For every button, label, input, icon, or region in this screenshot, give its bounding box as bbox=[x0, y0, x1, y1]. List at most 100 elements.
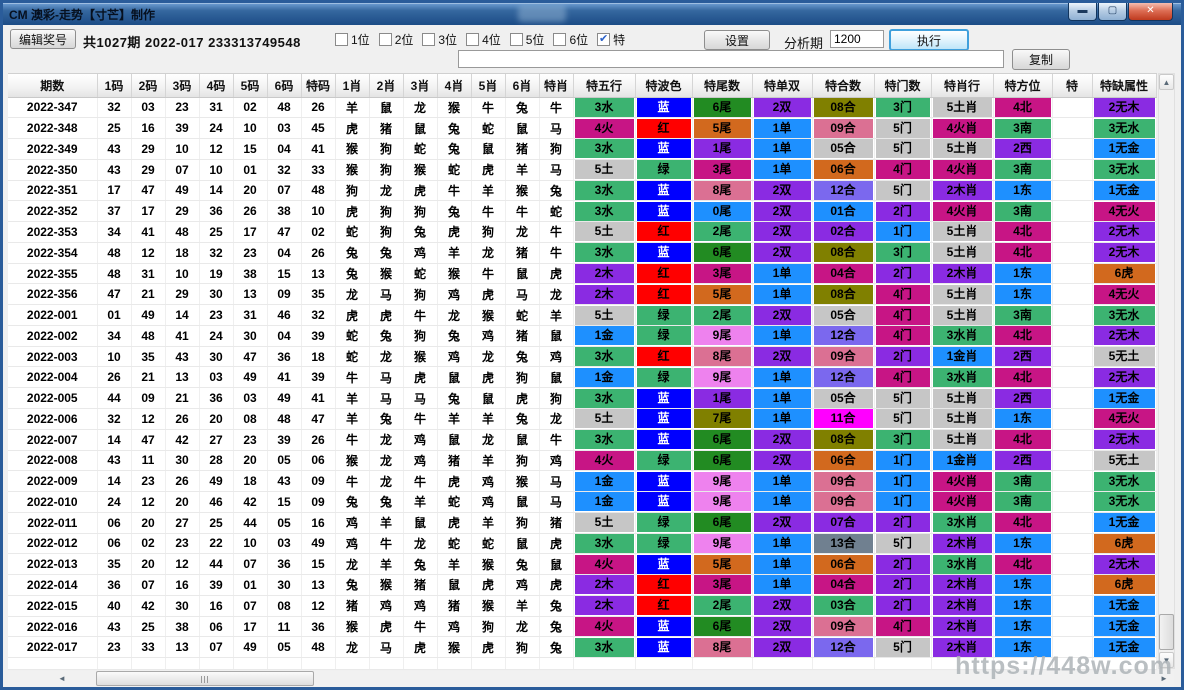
cell-code: 10 bbox=[233, 118, 267, 139]
cell-zodiac: 猴 bbox=[505, 180, 539, 201]
column-header-4肖[interactable]: 4肖 bbox=[437, 74, 471, 97]
cell-code: 38 bbox=[267, 201, 301, 222]
column-header-特肖[interactable]: 特肖 bbox=[539, 74, 573, 97]
cell-attribute: 5土肖 bbox=[931, 305, 993, 326]
column-header-3肖[interactable]: 3肖 bbox=[403, 74, 437, 97]
checkbox-label: 3位 bbox=[438, 31, 457, 48]
result-input[interactable] bbox=[458, 50, 1004, 68]
column-header-特合数[interactable]: 特合数 bbox=[812, 74, 874, 97]
unchecked-checkbox-icon[interactable] bbox=[553, 33, 566, 46]
cell-attribute: 2门 bbox=[874, 575, 931, 596]
cell-attribute: 1尾 bbox=[692, 388, 752, 409]
copy-button[interactable]: 复制 bbox=[1012, 49, 1070, 70]
checkbox-4位[interactable]: 4位 bbox=[466, 31, 501, 48]
vertical-scrollbar-thumb[interactable] bbox=[1159, 614, 1174, 650]
scroll-down-icon[interactable]: ▼ bbox=[1159, 652, 1174, 668]
cell-code: 15 bbox=[267, 263, 301, 284]
vertical-scrollbar[interactable]: ▲ ▼ bbox=[1158, 73, 1175, 669]
column-header-5肖[interactable]: 5肖 bbox=[471, 74, 505, 97]
cell-code: 13 bbox=[301, 575, 335, 596]
analysis-period-input[interactable] bbox=[830, 30, 884, 48]
close-button[interactable]: ✕ bbox=[1128, 3, 1173, 21]
cell-attribute: 12合 bbox=[812, 637, 874, 658]
checkbox-5位[interactable]: 5位 bbox=[510, 31, 545, 48]
cell-zodiac: 马 bbox=[539, 118, 573, 139]
edit-numbers-button[interactable]: 编辑奖号 bbox=[10, 29, 76, 49]
column-header-4码[interactable]: 4码 bbox=[199, 74, 233, 97]
checkbox-特[interactable]: ✔特 bbox=[597, 31, 625, 48]
execute-button[interactable]: 执行 bbox=[889, 29, 969, 51]
cell-attribute: 3水 bbox=[573, 346, 635, 367]
column-header-特尾数[interactable]: 特尾数 bbox=[692, 74, 752, 97]
cell-code: 25 bbox=[131, 616, 165, 637]
column-header-1肖[interactable]: 1肖 bbox=[335, 74, 369, 97]
cell-zodiac: 鸡 bbox=[505, 575, 539, 596]
column-header-特码[interactable]: 特码 bbox=[301, 74, 335, 97]
horizontal-scrollbar[interactable]: ◄ ► bbox=[8, 671, 1174, 687]
column-header-特缺属性[interactable]: 特缺属性 bbox=[1092, 74, 1156, 97]
cell-zodiac: 兔 bbox=[505, 97, 539, 118]
cell-attribute: 红 bbox=[635, 346, 692, 367]
cell-code: 25 bbox=[199, 222, 233, 243]
cell-attribute: 5无土 bbox=[1092, 450, 1156, 471]
unchecked-checkbox-icon[interactable] bbox=[510, 33, 523, 46]
column-header-6码[interactable]: 6码 bbox=[267, 74, 301, 97]
cell-attribute: 5土 bbox=[573, 305, 635, 326]
scroll-up-icon[interactable]: ▲ bbox=[1159, 74, 1174, 90]
column-header-特单双[interactable]: 特单双 bbox=[752, 74, 812, 97]
column-header-特五行[interactable]: 特五行 bbox=[573, 74, 635, 97]
cell-attribute: 2木 bbox=[573, 263, 635, 284]
cell-attribute: 04合 bbox=[812, 575, 874, 596]
column-header-1码[interactable]: 1码 bbox=[97, 74, 131, 97]
checkbox-3位[interactable]: 3位 bbox=[422, 31, 457, 48]
cell-attribute: 5门 bbox=[874, 533, 931, 554]
checkbox-1位[interactable]: 1位 bbox=[335, 31, 370, 48]
cell-attribute: 08合 bbox=[812, 97, 874, 118]
cell-code: 01 bbox=[233, 575, 267, 596]
checked-checkbox-icon[interactable]: ✔ bbox=[597, 33, 610, 46]
unchecked-checkbox-icon[interactable] bbox=[422, 33, 435, 46]
cell-zodiac: 虎 bbox=[437, 471, 471, 492]
column-header-2肖[interactable]: 2肖 bbox=[369, 74, 403, 97]
cell-zodiac: 鸡 bbox=[437, 284, 471, 305]
cell-attribute: 4门 bbox=[874, 367, 931, 388]
column-header-特门数[interactable]: 特门数 bbox=[874, 74, 931, 97]
cell-code: 16 bbox=[199, 595, 233, 616]
minimize-button[interactable]: ▬ bbox=[1068, 3, 1097, 21]
column-header-5码[interactable]: 5码 bbox=[233, 74, 267, 97]
column-header-期数[interactable]: 期数 bbox=[8, 74, 97, 97]
settings-button[interactable]: 设置 bbox=[704, 30, 770, 50]
unchecked-checkbox-icon[interactable] bbox=[379, 33, 392, 46]
column-header-特波色[interactable]: 特波色 bbox=[635, 74, 692, 97]
column-header-6肖[interactable]: 6肖 bbox=[505, 74, 539, 97]
cell-zodiac: 鸡 bbox=[471, 492, 505, 513]
cell-code: 03 bbox=[233, 388, 267, 409]
scroll-left-icon[interactable]: ◄ bbox=[54, 671, 70, 686]
cell-attribute: 4火肖 bbox=[931, 118, 993, 139]
cell-code: 40 bbox=[97, 595, 131, 616]
column-header-3码[interactable]: 3码 bbox=[165, 74, 199, 97]
cell-code: 18 bbox=[301, 346, 335, 367]
column-header-特肖行[interactable]: 特肖行 bbox=[931, 74, 993, 97]
cell-code: 48 bbox=[301, 180, 335, 201]
cell-zodiac: 猴 bbox=[335, 139, 369, 160]
column-header-特[interactable]: 特 bbox=[1052, 74, 1092, 97]
cell-period: 2022-350 bbox=[8, 159, 97, 180]
checkbox-6位[interactable]: 6位 bbox=[553, 31, 588, 48]
cell-attribute: 1东 bbox=[993, 408, 1052, 429]
unchecked-checkbox-icon[interactable] bbox=[335, 33, 348, 46]
cell-zodiac: 虎 bbox=[539, 575, 573, 596]
unchecked-checkbox-icon[interactable] bbox=[466, 33, 479, 46]
cell-attribute: 3无水 bbox=[1092, 159, 1156, 180]
scroll-right-icon[interactable]: ► bbox=[1156, 671, 1172, 686]
column-header-2码[interactable]: 2码 bbox=[131, 74, 165, 97]
cell-code: 05 bbox=[267, 450, 301, 471]
cell-attribute: 01合 bbox=[812, 201, 874, 222]
horizontal-scrollbar-thumb[interactable] bbox=[96, 671, 314, 686]
maximize-button[interactable]: ▢ bbox=[1098, 3, 1127, 21]
cell-zodiac: 虎 bbox=[471, 575, 505, 596]
empty-row bbox=[8, 658, 1156, 670]
checkbox-2位[interactable]: 2位 bbox=[379, 31, 414, 48]
column-header-特方位[interactable]: 特方位 bbox=[993, 74, 1052, 97]
cell-attribute: 1金肖 bbox=[931, 450, 993, 471]
